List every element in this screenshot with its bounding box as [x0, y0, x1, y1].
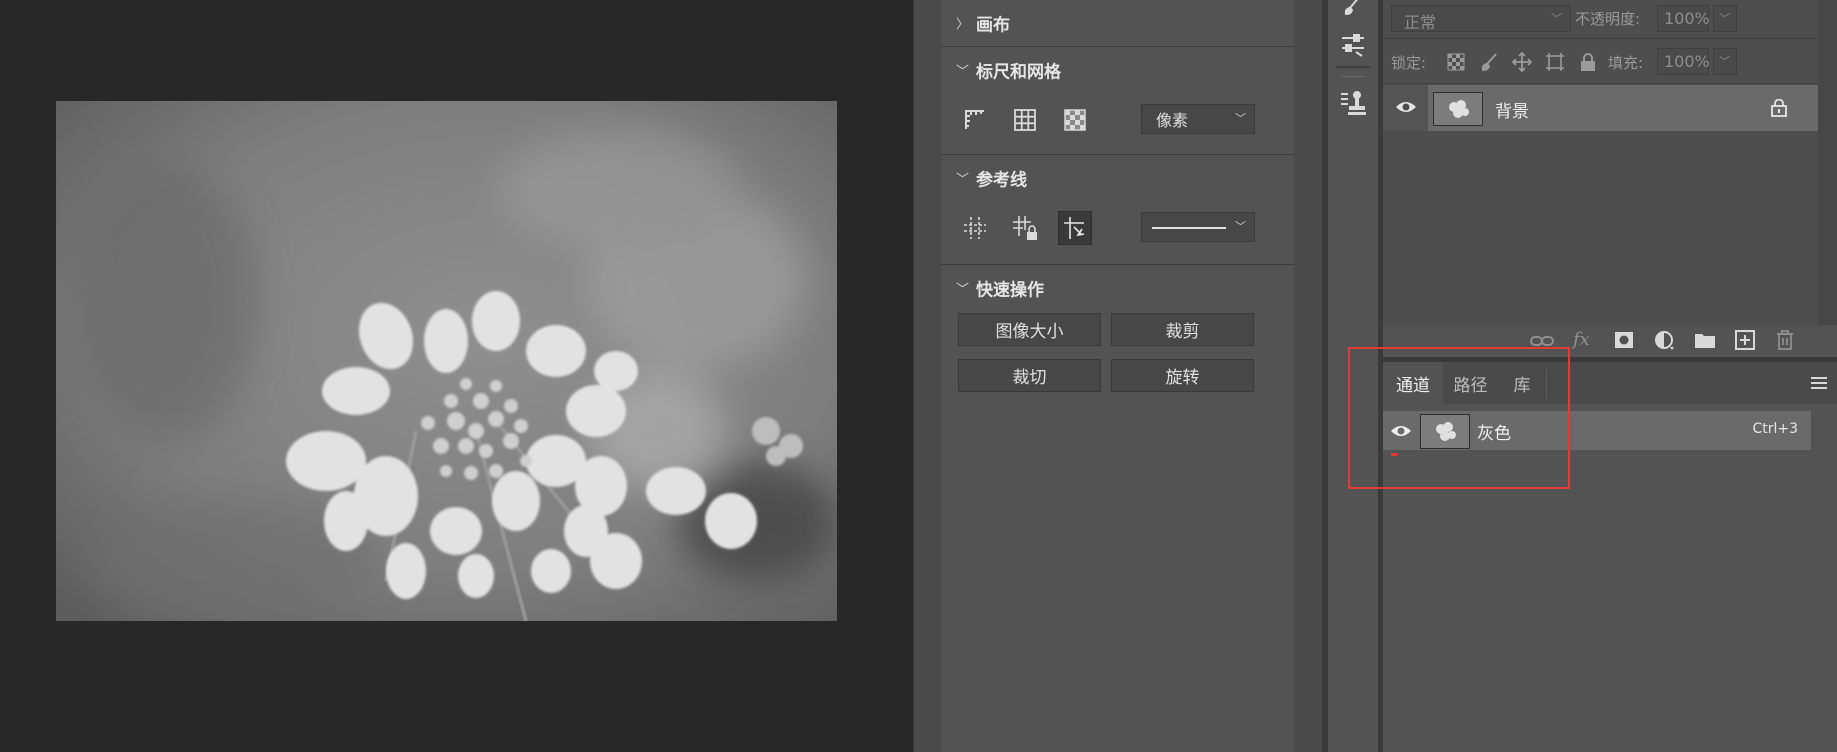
panel-menu-icon[interactable] [1811, 376, 1827, 390]
adjustment-layer-icon[interactable] [1654, 330, 1676, 352]
adjustments-sliders-icon[interactable] [1336, 27, 1370, 61]
new-layer-icon[interactable] [1735, 330, 1755, 350]
highlight-box [1348, 347, 1570, 489]
chevron-down-icon: ﹀ [956, 64, 970, 80]
chevron-down-icon: ﹀ [1719, 55, 1730, 68]
crop-button[interactable]: 裁剪 [1111, 313, 1254, 346]
section-title-quick-actions: 快速操作 [976, 280, 1044, 301]
chevron-down-icon: ﹀ [956, 172, 970, 188]
layer-row-background[interactable]: 背景 [1428, 85, 1818, 131]
trash-icon[interactable] [1776, 329, 1794, 351]
opacity-dropdown[interactable]: ﹀ [1713, 5, 1737, 32]
section-header-canvas[interactable]: 〉 画布 [941, 0, 1294, 47]
section-title-canvas: 画布 [976, 15, 1010, 36]
unit-select-value: 像素 [1156, 111, 1189, 130]
lock-position-icon[interactable] [1505, 45, 1539, 79]
clone-source-icon[interactable] [1336, 86, 1370, 120]
strip-separator [1336, 66, 1370, 68]
layer-thumbnail [1433, 92, 1483, 126]
channel-shortcut: Ctrl+3 [1752, 421, 1798, 437]
fill-label: 填充: [1608, 54, 1644, 72]
grid-icon[interactable] [1008, 103, 1042, 137]
section-header-guides[interactable]: ﹀ 参考线 [941, 155, 1294, 201]
section-header-quick-actions[interactable]: ﹀ 快速操作 [941, 265, 1294, 311]
opacity-value: 100% [1664, 9, 1710, 28]
chevron-down-icon: ﹀ [956, 282, 970, 298]
fill-dropdown[interactable]: ﹀ [1713, 48, 1737, 75]
smart-guides-icon[interactable] [1058, 211, 1092, 245]
chevron-down-icon: ﹀ [1551, 12, 1562, 25]
opacity-input[interactable]: 100% [1657, 5, 1710, 32]
divider [1383, 83, 1818, 84]
group-folder-icon[interactable] [1694, 331, 1716, 349]
properties-panel: 〉 画布 ﹀ 标尺和网格 像素 ﹀ ﹀ 参考线 ﹀ ﹀ 快速操作 图像大小 裁剪… [941, 0, 1294, 752]
ruler-icon[interactable] [958, 103, 992, 137]
brush-icon[interactable] [1336, 0, 1370, 22]
unit-select[interactable]: 像素 ﹀ [1141, 104, 1255, 134]
layer-visibility-cell[interactable] [1383, 85, 1428, 131]
chevron-down-icon: ﹀ [1235, 112, 1246, 126]
section-title-guides: 参考线 [976, 170, 1027, 191]
opacity-label: 不透明度: [1575, 10, 1641, 28]
layers-panel: 正常 ﹀ 不透明度: 100% ﹀ 锁定: 填充: 100% ﹀ 背景 fx [1383, 0, 1837, 357]
grip-dots [1342, 76, 1364, 77]
lock-artboard-icon[interactable] [1538, 45, 1572, 79]
line-style-swatch [1152, 227, 1226, 229]
lock-all-icon[interactable] [1571, 45, 1605, 79]
eye-icon [1396, 102, 1416, 112]
image-size-button[interactable]: 图像大小 [958, 313, 1101, 346]
photo-grayscale-flower [56, 101, 837, 621]
fx-icon[interactable]: fx [1573, 329, 1590, 350]
properties-left-gutter [913, 0, 941, 752]
chevron-down-icon: ﹀ [1719, 12, 1730, 25]
layers-scrollbar[interactable] [1818, 0, 1837, 325]
divider [1383, 38, 1837, 39]
lock-label: 锁定: [1391, 54, 1427, 72]
lock-icon [1771, 99, 1787, 117]
guides-icon[interactable] [958, 211, 992, 245]
blend-mode-select[interactable]: 正常 ﹀ [1391, 5, 1571, 32]
fill-value: 100% [1664, 52, 1710, 71]
chevron-down-icon: ﹀ [1235, 220, 1246, 234]
trim-button[interactable]: 裁切 [958, 359, 1101, 392]
lock-image-pixels-icon[interactable] [1472, 45, 1506, 79]
lock-guides-icon[interactable] [1008, 211, 1042, 245]
transparency-grid-icon[interactable] [1058, 103, 1092, 137]
layer-name: 背景 [1495, 102, 1529, 122]
add-mask-icon[interactable] [1614, 331, 1634, 349]
rotate-button[interactable]: 旋转 [1111, 359, 1254, 392]
blend-mode-value: 正常 [1404, 13, 1437, 32]
guide-style-select[interactable]: ﹀ [1141, 212, 1255, 242]
properties-scrollbar[interactable] [1294, 0, 1322, 752]
lock-transparent-pixels-icon[interactable] [1439, 45, 1473, 79]
section-header-rulers-grid[interactable]: ﹀ 标尺和网格 [941, 47, 1294, 93]
document-canvas[interactable] [0, 0, 913, 752]
section-title-rulers-grid: 标尺和网格 [976, 62, 1061, 83]
chevron-right-icon: 〉 [956, 17, 970, 33]
fill-input[interactable]: 100% [1657, 48, 1710, 75]
